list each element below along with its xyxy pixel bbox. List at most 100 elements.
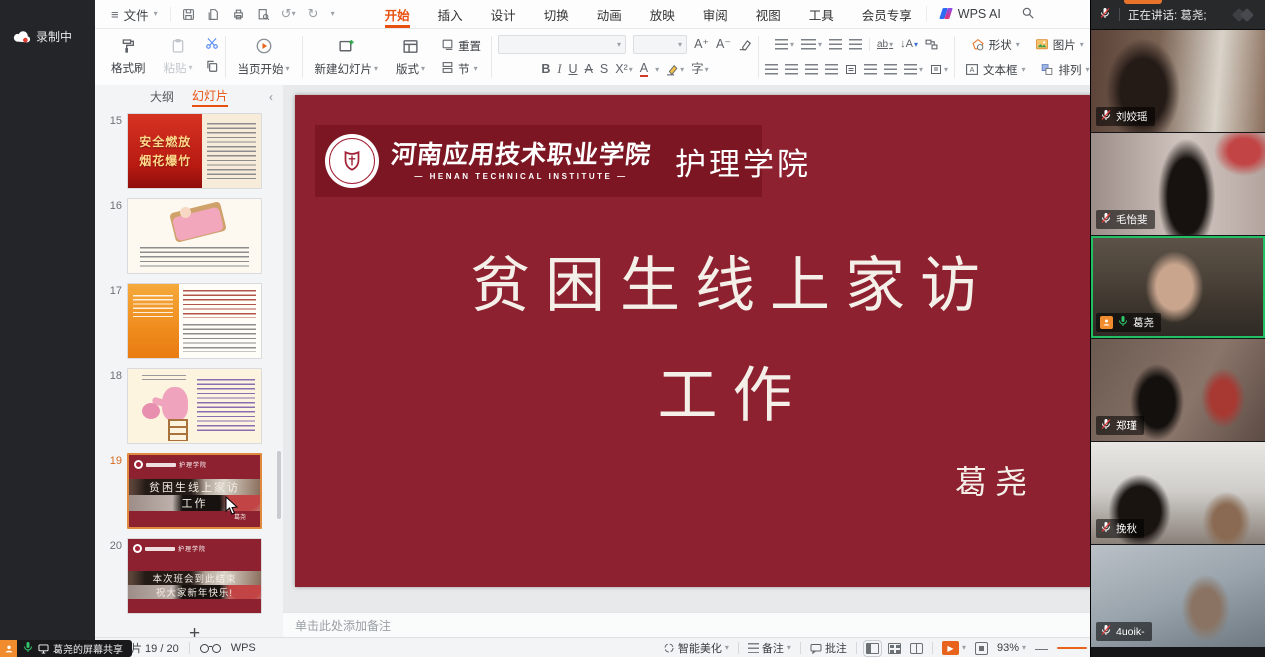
highlight-color-button[interactable]: ▾ <box>666 64 684 76</box>
print-icon[interactable] <box>231 7 246 22</box>
align-right-button[interactable] <box>805 64 818 75</box>
slide-thumbnail-17[interactable] <box>127 283 262 359</box>
screen-share-indicator[interactable]: 葛尧的屏幕共享 <box>0 640 132 657</box>
collapse-panel-icon[interactable]: ‹ <box>269 90 273 104</box>
zoom-slider[interactable] <box>1057 647 1087 649</box>
participant-video-4uoik-[interactable]: 4uoik- <box>1091 545 1265 647</box>
menu-tab-开始[interactable]: 开始 <box>371 0 424 28</box>
reading-view-button[interactable] <box>910 643 923 654</box>
pinyin-guide-button[interactable]: 字▾ <box>691 63 709 76</box>
zoom-out-button[interactable]: — <box>1035 642 1048 655</box>
menu-tab-放映[interactable]: 放映 <box>636 0 689 28</box>
wps-ai-button[interactable]: WPS AI <box>926 6 1013 23</box>
undo-icon[interactable]: ↺▾ <box>281 7 296 22</box>
start-from-current-button[interactable]: 当页开始▾ <box>232 36 296 78</box>
comment-button[interactable]: 批注 <box>810 640 847 656</box>
slide-thumbnail-16[interactable] <box>127 198 262 274</box>
cut-icon[interactable] <box>205 36 219 55</box>
thumbnail-row: 17 <box>95 283 283 359</box>
bullet-list-button[interactable]: ▾ <box>775 39 794 50</box>
menu-tab-审阅[interactable]: 审阅 <box>689 0 742 28</box>
menu-tab-插入[interactable]: 插入 <box>424 0 477 28</box>
distribute-button[interactable] <box>845 64 857 75</box>
current-slide[interactable]: 河南应用技术职业学院 — HENAN TECHNICAL INSTITUTE —… <box>295 95 1170 587</box>
save-icon[interactable] <box>181 7 196 22</box>
slide-thumbnail-15[interactable]: 安全燃放烟花爆竹 <box>127 113 262 189</box>
slide-thumbnail-20[interactable]: 护理学院本次班会到此结束祝大家新年快乐! <box>127 538 262 614</box>
italic-button[interactable]: I <box>557 63 561 76</box>
participant-video-挽秋[interactable]: 挽秋 <box>1091 442 1265 544</box>
participant-video-刘姣瑶[interactable]: 刘姣瑶 <box>1091 30 1265 132</box>
slideshow-button[interactable]: ▶▾ <box>942 641 966 655</box>
mic-muted-icon[interactable] <box>1099 7 1111 22</box>
arrange-button[interactable]: 排列▾ <box>1036 61 1093 79</box>
tab-slides[interactable]: 幻灯片 <box>192 87 228 107</box>
print-preview-icon[interactable] <box>256 7 271 22</box>
copy-icon[interactable] <box>205 59 219 78</box>
reset-button[interactable]: 重置 <box>437 37 485 55</box>
picture-button[interactable]: 图片▾ <box>1031 36 1088 54</box>
panel-scrollbar[interactable] <box>277 451 281 519</box>
smart-beautify-button[interactable]: 智能美化▾ <box>663 640 729 656</box>
speaking-bar: 正在讲话: 葛尧; <box>1091 0 1265 30</box>
decrease-font-icon[interactable]: A⁻ <box>716 38 731 51</box>
menu-tab-设计[interactable]: 设计 <box>477 0 530 28</box>
slide-thumbnail-19[interactable]: 护理学院贫困生线上家访工作葛尧 <box>127 453 262 529</box>
layout-button[interactable]: 版式▾ <box>390 37 431 78</box>
align-left-button[interactable] <box>765 64 778 75</box>
line-spacing-button[interactable] <box>864 64 877 75</box>
clear-format-icon[interactable] <box>738 39 752 51</box>
increase-indent-icon[interactable] <box>849 39 862 50</box>
tab-outline[interactable]: 大纲 <box>150 88 174 105</box>
search-icon[interactable] <box>1021 6 1035 23</box>
font-family-select[interactable]: ▾ <box>498 35 626 54</box>
line-spacing-options-button[interactable]: ▾ <box>904 64 923 75</box>
meeting-toolbar-button-partial[interactable] <box>1124 0 1162 4</box>
bold-button[interactable]: B <box>541 63 550 76</box>
redo-icon[interactable]: ↻ <box>306 7 321 22</box>
textbox-button[interactable]: A文本框▾ <box>961 61 1030 79</box>
qat-more-icon[interactable]: ▾ <box>331 10 335 18</box>
participant-video-郑瑾[interactable]: 郑瑾 <box>1091 339 1265 441</box>
new-slide-label: 新建幻灯片 <box>315 61 373 77</box>
menu-tab-视图[interactable]: 视图 <box>742 0 795 28</box>
notes-button[interactable]: 备注▾ <box>748 640 791 656</box>
file-menu[interactable]: ≡ 文件 ▾ <box>95 5 170 24</box>
zoom-level[interactable]: 93%▾ <box>997 642 1026 654</box>
paragraph-settings-button[interactable]: ▾ <box>930 64 948 75</box>
new-slide-button[interactable]: 新建幻灯片▾ <box>309 37 385 78</box>
participant-video-葛尧[interactable]: 葛尧 <box>1091 236 1265 338</box>
slide-sorter-button[interactable] <box>888 643 901 654</box>
superscript-button[interactable]: X²▾ <box>615 63 633 76</box>
justify-button[interactable] <box>825 64 838 75</box>
underline-button[interactable]: U <box>569 63 578 76</box>
decrease-indent-icon[interactable] <box>829 39 842 50</box>
fit-slide-button[interactable] <box>975 642 988 655</box>
convert-smartart-icon[interactable] <box>925 39 938 50</box>
shadow-button[interactable]: S <box>600 63 608 76</box>
font-color-dropdown[interactable]: ▾ <box>655 66 659 74</box>
participant-video-毛怡斐[interactable]: 毛怡斐 <box>1091 133 1265 235</box>
menu-tab-会员专享[interactable]: 会员专享 <box>848 0 926 28</box>
screen-share-label: 葛尧的屏幕共享 <box>53 641 123 656</box>
normal-view-button[interactable] <box>866 643 879 654</box>
align-center-button[interactable] <box>785 64 798 75</box>
increase-font-icon[interactable]: A⁺ <box>694 38 709 51</box>
vertical-text-button[interactable]: ↓A▾ <box>900 39 918 50</box>
shapes-button[interactable]: 形状▾ <box>967 36 1024 54</box>
font-color-button[interactable]: A <box>640 62 648 77</box>
paragraph-spacing-button[interactable] <box>884 64 897 75</box>
paste-button[interactable]: 粘贴▾ <box>158 37 199 77</box>
text-direction-button[interactable]: ab▾ <box>877 40 893 50</box>
export-icon[interactable] <box>206 7 221 22</box>
font-size-select[interactable]: ▾ <box>633 35 687 54</box>
format-painter-button[interactable]: 格式刷 <box>105 37 152 77</box>
menu-tab-切换[interactable]: 切换 <box>530 0 583 28</box>
section-button[interactable]: 节▾ <box>437 60 482 78</box>
add-slide-button[interactable]: + <box>127 623 262 637</box>
numbered-list-button[interactable]: ▾ <box>801 39 822 50</box>
menu-tab-动画[interactable]: 动画 <box>583 0 636 28</box>
slide-thumbnail-18[interactable] <box>127 368 262 444</box>
menu-tab-工具[interactable]: 工具 <box>795 0 848 28</box>
strikethrough-button[interactable]: A <box>585 63 593 76</box>
